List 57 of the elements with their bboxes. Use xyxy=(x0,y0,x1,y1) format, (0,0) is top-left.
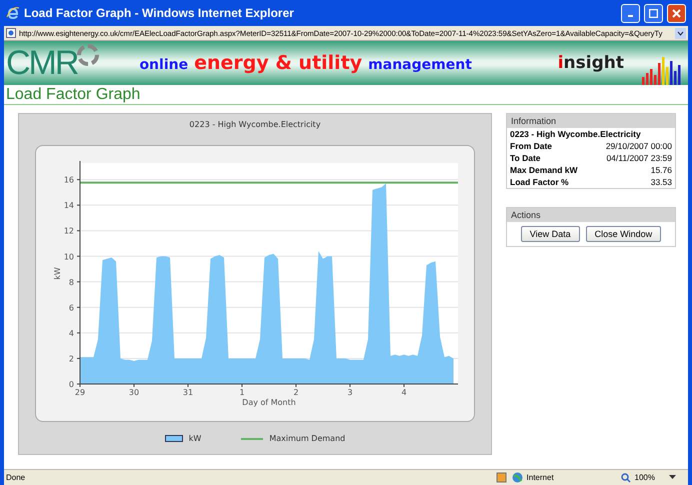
y-axis-title: kW xyxy=(53,267,62,280)
info-label: From Date xyxy=(510,141,552,151)
graph-title: 0223 - High Wycombe.Electricity xyxy=(189,120,321,129)
y-tick-label: 8 xyxy=(68,278,74,287)
window-title: Load Factor Graph - Windows Internet Explorer xyxy=(24,6,295,20)
x-tick-label: 30 xyxy=(128,388,140,397)
close-icon xyxy=(672,8,681,18)
y-tick-label: 12 xyxy=(64,226,74,236)
y-tick-label: 0 xyxy=(68,380,74,389)
y-tick-label: 2 xyxy=(68,354,74,364)
info-value: 15.76 xyxy=(650,165,672,175)
x-tick-label: 3 xyxy=(347,388,353,397)
meter-name: 0223 - High Wycombe.Electricity xyxy=(510,129,641,139)
tagline-text: management xyxy=(368,57,472,73)
action-button[interactable]: View Data xyxy=(520,226,580,242)
x-tick-label: 31 xyxy=(182,388,194,397)
tagline-text: online xyxy=(139,57,188,73)
caret-icon[interactable] xyxy=(669,475,676,480)
info-value: 04/11/2007 23:59 xyxy=(606,153,672,163)
logo-text: CMR xyxy=(6,46,78,80)
maximize-icon xyxy=(649,8,658,18)
brand-text: insight xyxy=(558,53,624,73)
zoom-icon[interactable] xyxy=(620,472,631,482)
close-button[interactable] xyxy=(667,4,686,22)
y-tick-label: 14 xyxy=(64,201,74,210)
x-tick-label: 29 xyxy=(74,388,86,397)
legend-line-icon xyxy=(241,438,264,440)
x-tick-label: 1 xyxy=(239,388,245,397)
action-button[interactable]: Close Window xyxy=(586,226,662,242)
info-value: 29/10/2007 00:00 xyxy=(606,141,672,151)
swirl-icon xyxy=(77,44,100,66)
maximize-button[interactable] xyxy=(644,4,663,22)
minimize-button[interactable] xyxy=(621,4,640,22)
y-tick-label: 4 xyxy=(68,328,74,338)
legend-label: kW xyxy=(188,434,202,443)
legend-label: Maximum Demand xyxy=(269,434,346,443)
tagline-text: energy & utility xyxy=(194,52,362,74)
page-icon xyxy=(6,28,16,38)
info-value: 33.53 xyxy=(650,177,672,187)
x-tick-label: 4 xyxy=(401,388,407,397)
info-label: Load Factor % xyxy=(510,177,569,187)
zone-text: Internet xyxy=(526,473,555,482)
panel-heading: Actions xyxy=(507,208,675,222)
y-tick-label: 6 xyxy=(68,303,74,312)
info-label: Max Demand kW xyxy=(510,165,578,175)
zoom-level[interactable]: 100% xyxy=(634,473,655,482)
y-tick-label: 16 xyxy=(64,176,74,185)
browser-icon xyxy=(6,6,20,20)
panel-heading: Information xyxy=(507,114,675,128)
info-label: To Date xyxy=(510,153,541,163)
y-tick-label: 10 xyxy=(64,252,74,262)
globe-icon xyxy=(512,472,523,483)
page-title: Load Factor Graph xyxy=(4,85,688,105)
dropdown-icon[interactable] xyxy=(675,28,686,38)
x-tick-label: 2 xyxy=(293,388,299,397)
status-text: Done xyxy=(5,473,26,482)
x-axis-title: Day of Month xyxy=(242,398,296,407)
